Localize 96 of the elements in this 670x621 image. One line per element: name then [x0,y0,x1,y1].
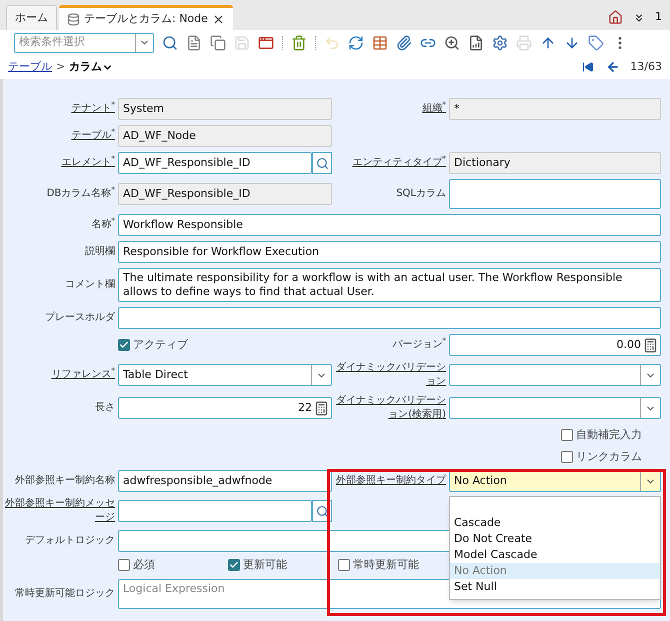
readonly-field: Dictionary [449,152,661,174]
field-label[interactable]: 外部参照キー制約タイプ [336,474,446,488]
settings-icon[interactable] [492,34,508,50]
breadcrumb-separator: > [56,58,66,75]
refresh-icon[interactable] [348,34,364,50]
calculator-icon[interactable] [643,338,658,352]
readonly-field: * [449,98,661,120]
readonly-field: System [118,98,332,120]
search-icon [316,504,328,518]
home-icon[interactable] [608,10,623,25]
checkbox[interactable] [338,559,350,572]
select-field[interactable] [449,364,661,386]
select-field[interactable]: No Action [449,470,661,492]
checkbox[interactable] [561,450,573,463]
arrow-up-icon[interactable] [540,34,556,50]
search-icon[interactable] [162,34,178,50]
field-label: 名称$^{*}$ [91,218,115,232]
field-label: デフォルトロジック [25,534,115,548]
chevrons-down-icon[interactable] [633,12,645,24]
checkbox[interactable] [228,559,240,572]
field-label: 長さ [95,401,115,415]
search-placeholder: 検索条件選択 [19,34,86,50]
text-field[interactable]: Workflow Responsible [118,214,661,236]
dropdown-option[interactable]: Do Not Create [450,531,660,547]
window-count: 1 [655,9,662,26]
field-label[interactable]: テナント$^{*}$ [71,102,115,116]
trash-icon[interactable] [291,34,307,50]
select-field[interactable] [449,397,661,419]
number-value: 22 [298,400,312,416]
field-label: 説明欄 [85,245,115,259]
paperclip-icon[interactable] [396,34,412,50]
close-icon[interactable] [212,12,225,26]
calculator-icon[interactable] [314,400,329,416]
tab-label: ホーム [15,10,48,26]
number-value: 0.00 [616,336,641,353]
copy-icon[interactable] [210,34,226,50]
text-area[interactable]: The ultimate responsibility for a workflow is with an actual user. The Workflow Responsible allows to define ways to find that actual User. [118,268,661,302]
text-field[interactable]: adwfresponsible_adwfnode [118,470,332,492]
search-button[interactable] [312,152,332,174]
checkbox[interactable] [118,339,130,351]
breadcrumb-current[interactable]: カラム [69,58,102,76]
field-label[interactable]: エレメント$^{*}$ [61,156,115,170]
dropdown-option[interactable]: Set Null [450,579,660,595]
number-field[interactable]: 22 [118,397,332,419]
field-label: 外部参照キー制約名称 [15,474,115,488]
field-label[interactable]: テーブル$^{*}$ [71,129,115,143]
tab[interactable]: テーブルとカラム: Node [59,5,233,30]
readonly-field: AD_WF_Responsible_ID [118,183,332,205]
dropdown-option[interactable]: No Action [450,563,660,579]
checkbox-label: アクティブ [133,336,188,353]
search-icon [316,156,328,170]
field-label: SQLカラム [396,187,446,201]
field-label[interactable]: リファレンス$^{*}$ [51,368,115,382]
checkbox-label: 必須 [133,557,155,573]
window-icon[interactable] [258,34,274,50]
field-label[interactable]: ダイナミックバリデーション [335,361,446,389]
checkbox-label: リンクカラム [576,448,642,464]
readonly-field: AD_WF_Node [118,125,332,147]
tab-label: テーブルとカラム: Node [84,10,208,27]
field-label: バージョン$^{*}$ [392,338,446,352]
tab[interactable]: ホーム [6,5,57,30]
text-field[interactable]: AD_WF_Responsible_ID [118,152,312,174]
text-area[interactable] [449,179,661,209]
text-field[interactable] [118,500,312,522]
dropdown-option[interactable]: Model Cascade [450,547,660,563]
search-select[interactable]: 検索条件選択 [14,32,154,52]
dropdown-option[interactable]: Cascade [450,515,660,531]
text-field[interactable]: Responsible for Workflow Execution [118,241,661,263]
field-label[interactable]: ダイナミックバリデーション(検索用) [335,394,446,422]
arrow-down-icon[interactable] [564,34,580,50]
field-label: DBカラム名称$^{*}$ [46,187,115,201]
field-label[interactable]: 組織$^{*}$ [422,102,446,116]
checkbox[interactable] [118,559,130,572]
field-label[interactable]: エンティティタイプ$^{*}$ [352,156,446,170]
breadcrumb-link[interactable]: テーブル [8,58,52,76]
field-label[interactable]: 外部参照キー制約メッセージ [3,497,115,525]
document-icon[interactable] [186,34,202,50]
first-record-icon[interactable] [582,61,594,73]
field-label: コメント欄 [65,278,115,292]
report-icon[interactable] [468,34,484,50]
zoom-icon[interactable] [444,34,460,50]
field-label: 常時更新可能ロジック [15,586,115,600]
select-value: Table Direct [123,366,189,383]
checkbox-label: 自動補完入力 [576,427,642,443]
grid-icon[interactable] [372,34,388,50]
checkbox-label: 常時更新可能 [353,557,419,573]
record-counter: 13/63 [630,58,662,75]
select-value: No Action [454,472,508,489]
select-field[interactable]: Table Direct [118,364,332,386]
number-field[interactable]: 0.00 [449,334,661,356]
tag-icon[interactable] [588,34,604,50]
text-field[interactable] [118,307,661,329]
database-icon [67,12,80,26]
checkbox[interactable] [561,429,573,442]
checkbox-label: 更新可能 [243,557,287,573]
field-label: プレースホルダ [45,311,115,325]
